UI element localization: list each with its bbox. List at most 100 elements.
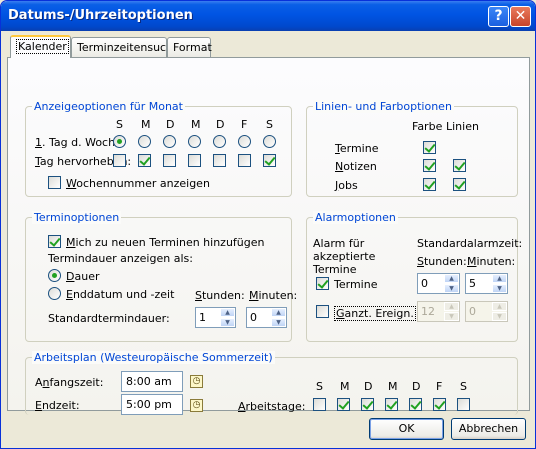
std-minutes-spinner[interactable]: 0 ▲ ▼: [246, 307, 287, 328]
dialog-window: Datums-/Uhrzeitoptionen ? ✕ Kalender Ter…: [0, 0, 536, 449]
alarm-hours-header: Stunden:: [417, 255, 467, 268]
col-linien-header: Linien: [446, 120, 479, 133]
farbe-checkbox[interactable]: [423, 141, 436, 154]
start-time-field[interactable]: 8:00 am: [121, 371, 183, 392]
window-title: Datums-/Uhrzeitoptionen: [8, 8, 193, 23]
tab-terminzeitensuche[interactable]: Terminzeitensuche: [71, 37, 180, 57]
alarm-ganzt-checkbox[interactable]: [316, 305, 329, 318]
ok-button[interactable]: OK: [369, 418, 444, 440]
group-title: Linien- und Farboptionen: [313, 100, 454, 113]
first-day-radio[interactable]: [263, 135, 276, 148]
work-day-checkbox[interactable]: [457, 398, 470, 411]
radio-enddatum[interactable]: [48, 287, 61, 300]
group-title: Anzeigeoptionen für Monat: [32, 100, 185, 113]
group-arbeitsplan: Arbeitsplan (Westeuropäische Sommerzeit)…: [25, 351, 518, 415]
add-me-checkbox[interactable]: [48, 235, 61, 248]
tab-format[interactable]: Format: [167, 37, 212, 57]
std-duration-label: Standardtermindauer:: [48, 312, 170, 325]
work-day-checkbox[interactable]: [337, 398, 350, 411]
tab-panel-kalender: Anzeigeoptionen für Monat S M D M D F S 1. Tag…: [7, 57, 530, 415]
work-days-label: Arbeitstage:: [238, 400, 306, 413]
first-day-radio[interactable]: [188, 135, 201, 148]
spinner-value: 5: [469, 277, 476, 290]
highlight-day-checkbox[interactable]: [138, 154, 151, 167]
alarm-ganzt-label: Ganzt. Ereign.: [334, 306, 416, 321]
title-bar: Datums-/Uhrzeitoptionen ? ✕: [1, 1, 535, 31]
work-day-checkbox[interactable]: [385, 398, 398, 411]
spinner-value: 0: [421, 277, 428, 290]
work-day-checkbox[interactable]: [409, 398, 422, 411]
spinner-up-icon[interactable]: ▲: [271, 308, 286, 317]
alarm-termine-hours-spinner[interactable]: 0 ▲ ▼: [417, 273, 460, 294]
spinner-down-icon[interactable]: ▼: [444, 284, 459, 293]
day-header: D: [216, 118, 225, 131]
highlight-day-checkbox[interactable]: [163, 154, 176, 167]
first-day-radio[interactable]: [163, 135, 176, 148]
spinner-up-icon[interactable]: ▲: [444, 274, 459, 283]
day-header: S: [116, 118, 123, 131]
day-header: M: [141, 118, 151, 131]
alarm-default-label: Standardalarmzeit:: [417, 237, 523, 250]
spinner-down-icon[interactable]: ▼: [492, 284, 507, 293]
highlight-day-checkbox[interactable]: [238, 154, 251, 167]
highlight-day-checkbox[interactable]: [213, 154, 226, 167]
clock-icon[interactable]: ◷: [190, 375, 203, 388]
work-day-header: S: [316, 380, 323, 393]
spinner-up-icon[interactable]: ▲: [492, 274, 507, 283]
group-terminoptionen: Terminoptionen Mich zu neuen Terminen hi…: [25, 211, 297, 342]
work-day-checkbox[interactable]: [433, 398, 446, 411]
first-day-radio[interactable]: [238, 135, 251, 148]
help-button[interactable]: ?: [488, 6, 509, 27]
cancel-button[interactable]: Abbrechen: [451, 418, 526, 440]
work-day-header: F: [436, 380, 443, 393]
spinner-down-icon: ▼: [492, 312, 507, 321]
spinner-down-icon[interactable]: ▼: [220, 318, 235, 327]
add-me-label: Mich zu neuen Terminen hinzufügen: [66, 236, 265, 249]
tab-label: Terminzeitensuche: [77, 41, 180, 54]
tab-label: Format: [173, 41, 212, 54]
first-day-radio[interactable]: [138, 135, 151, 148]
farbe-checkbox[interactable]: [423, 159, 436, 172]
radio-dauer[interactable]: [48, 269, 61, 282]
linien-row-label: Termine: [335, 142, 379, 155]
spinner-up-icon[interactable]: ▲: [220, 308, 235, 317]
highlight-day-checkbox[interactable]: [113, 154, 126, 167]
start-time-label: Anfangszeit:: [35, 376, 104, 389]
spinner-up-icon: ▲: [444, 302, 459, 311]
std-hours-spinner[interactable]: 1 ▲ ▼: [195, 307, 236, 328]
group-anzeigeoptionen: Anzeigeoptionen für Monat S M D M D F S 1. Tag…: [25, 100, 292, 197]
week-numbers-label: Wochennummer anzeigen: [66, 177, 210, 190]
farbe-checkbox[interactable]: [423, 178, 436, 191]
std-minutes-label: Minuten:: [249, 289, 298, 302]
first-day-radio[interactable]: [113, 135, 126, 148]
work-day-checkbox[interactable]: [361, 398, 374, 411]
alarm-ganzt-hours-spinner: 12 ▲ ▼: [417, 301, 460, 322]
close-button[interactable]: ✕: [510, 6, 531, 27]
alarm-termine-minutes-spinner[interactable]: 5 ▲ ▼: [465, 273, 508, 294]
day-header: D: [166, 118, 175, 131]
radio-dauer-label: Dauer: [66, 270, 100, 283]
tab-kalender[interactable]: Kalender: [10, 35, 71, 58]
linien-checkbox[interactable]: [453, 159, 466, 172]
work-day-header: D: [412, 380, 421, 393]
duration-label: Termindauer anzeigen als:: [48, 252, 193, 265]
week-numbers-checkbox[interactable]: [48, 176, 61, 189]
first-day-radio[interactable]: [213, 135, 226, 148]
day-header: S: [266, 118, 273, 131]
group-title: Terminoptionen: [32, 211, 122, 224]
work-day-checkbox[interactable]: [313, 398, 326, 411]
alarm-accepted-label: Alarm für akzeptierte Termine: [313, 237, 376, 276]
spinner-down-icon: ▼: [444, 312, 459, 321]
highlight-day-checkbox[interactable]: [263, 154, 276, 167]
end-time-field[interactable]: 5:00 pm: [121, 394, 183, 415]
highlight-day-checkbox[interactable]: [188, 154, 201, 167]
col-farbe-header: Farbe: [412, 120, 443, 133]
spinner-value: 12: [421, 305, 435, 318]
linien-checkbox[interactable]: [453, 178, 466, 191]
clock-icon[interactable]: ◷: [190, 399, 203, 412]
alarm-termine-label: Termine: [334, 278, 378, 291]
spinner-down-icon[interactable]: ▼: [271, 318, 286, 327]
radio-enddatum-label: Enddatum und -zeit: [66, 288, 175, 301]
alarm-termine-checkbox[interactable]: [316, 277, 329, 290]
std-hours-label: Stunden:: [195, 289, 245, 302]
